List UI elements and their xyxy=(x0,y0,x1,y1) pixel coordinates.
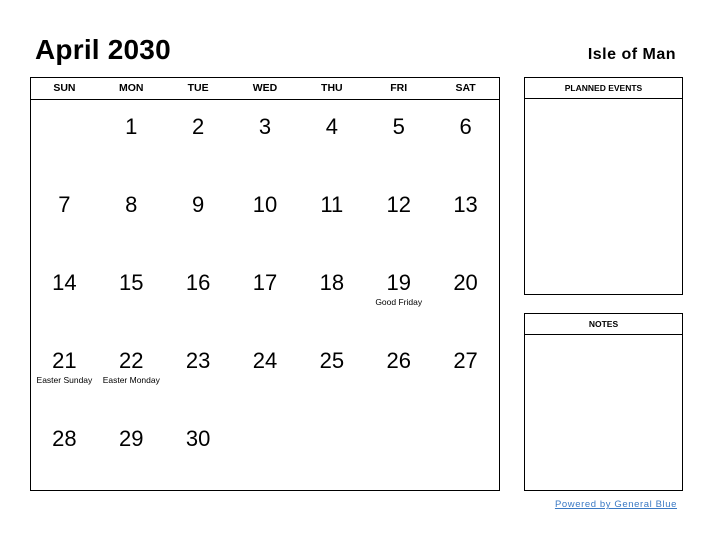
day-cell: 7 xyxy=(31,178,98,256)
day-number: 29 xyxy=(119,426,144,451)
page-title: April 2030 xyxy=(35,34,171,65)
day-cell: 17 xyxy=(232,256,299,334)
day-cell: 2 xyxy=(165,100,232,178)
holiday-label: Easter Monday xyxy=(102,375,160,385)
day-cell: 5 xyxy=(365,100,432,178)
day-cell xyxy=(31,100,98,178)
day-cell xyxy=(432,412,499,490)
day-cell: 9 xyxy=(165,178,232,256)
day-cell: 4 xyxy=(298,100,365,178)
day-number: 25 xyxy=(319,348,345,373)
day-cell: 19 Good Friday xyxy=(365,256,432,334)
day-cell: 14 xyxy=(31,256,98,334)
day-cell xyxy=(232,412,299,490)
day-number: 19 xyxy=(386,270,411,295)
holiday-label: Easter Sunday xyxy=(36,375,93,385)
day-number: 15 xyxy=(119,270,144,295)
day-cell xyxy=(298,412,365,490)
powered-by-link[interactable]: Powered by General Blue xyxy=(555,499,677,510)
day-number: 6 xyxy=(459,114,472,139)
day-cell: 29 xyxy=(98,412,165,490)
day-number: 18 xyxy=(319,270,345,295)
day-number: 10 xyxy=(252,192,278,217)
day-cell: 30 xyxy=(165,412,232,490)
weekday-sat: SAT xyxy=(455,82,476,94)
weekday-thu: THU xyxy=(321,82,343,94)
day-cell: 24 xyxy=(232,334,299,412)
day-cell: 22 Easter Monday xyxy=(98,334,165,412)
day-cell: 6 xyxy=(432,100,499,178)
day-cell: 12 xyxy=(365,178,432,256)
weekday-header-row: SUN MON TUE WED THU FRI SAT xyxy=(31,78,499,100)
day-cell: 25 xyxy=(298,334,365,412)
day-number: 12 xyxy=(386,192,411,217)
weekday-fri: FRI xyxy=(390,82,408,94)
day-cell: 3 xyxy=(232,100,299,178)
calendar-body: 1 2 3 4 5 6 7 8 9 10 11 12 13 14 15 16 17 18 19 Good Friday… xyxy=(31,100,499,490)
day-cell: 1 xyxy=(98,100,165,178)
day-cell: 10 xyxy=(232,178,299,256)
day-number: 11 xyxy=(320,192,344,217)
day-cell: 20 xyxy=(432,256,499,334)
day-number: 16 xyxy=(185,270,211,295)
calendar-grid: SUN MON TUE WED THU FRI SAT 1 2 3 4 5 6 7 8 9 10 1… xyxy=(30,77,500,491)
day-number: 24 xyxy=(252,348,278,373)
day-cell: 8 xyxy=(98,178,165,256)
planned-events-panel: PLANNED EVENTS xyxy=(524,77,683,295)
holiday-label: Good Friday xyxy=(375,297,423,307)
day-number: 3 xyxy=(258,114,272,139)
day-cell: 21 Easter Sunday xyxy=(31,334,98,412)
day-number: 26 xyxy=(386,348,411,373)
day-number: 1 xyxy=(125,114,138,139)
day-cell: 28 xyxy=(31,412,98,490)
day-number: 23 xyxy=(185,348,211,373)
day-cell: 27 xyxy=(432,334,499,412)
planned-events-heading: PLANNED EVENTS xyxy=(525,78,682,99)
weekday-tue: TUE xyxy=(187,82,209,94)
day-cell: 16 xyxy=(165,256,232,334)
notes-heading: NOTES xyxy=(525,314,682,335)
day-number: 2 xyxy=(192,114,205,139)
day-cell: 13 xyxy=(432,178,499,256)
day-cell: 11 xyxy=(298,178,365,256)
notes-panel: NOTES xyxy=(524,313,683,491)
day-number: 27 xyxy=(453,348,478,373)
weekday-mon: MON xyxy=(119,82,144,94)
day-cell: 23 xyxy=(165,334,232,412)
day-number: 17 xyxy=(252,270,278,295)
day-number: 7 xyxy=(58,192,71,217)
day-number: 9 xyxy=(192,192,205,217)
day-number: 8 xyxy=(125,192,138,217)
region-label: Isle of Man xyxy=(587,46,676,63)
day-number: 5 xyxy=(392,114,405,139)
day-number: 30 xyxy=(185,426,211,451)
day-number: 13 xyxy=(453,192,478,217)
day-number: 14 xyxy=(52,270,77,295)
weekday-sun: SUN xyxy=(53,82,76,94)
day-cell xyxy=(365,412,432,490)
day-cell: 18 xyxy=(298,256,365,334)
day-number: 20 xyxy=(453,270,478,295)
day-number: 4 xyxy=(325,114,338,139)
day-number: 22 xyxy=(119,348,144,373)
day-number: 21 xyxy=(52,348,77,373)
day-cell: 26 xyxy=(365,334,432,412)
weekday-wed: WED xyxy=(252,82,278,94)
day-cell: 15 xyxy=(98,256,165,334)
day-number: 28 xyxy=(52,426,77,451)
